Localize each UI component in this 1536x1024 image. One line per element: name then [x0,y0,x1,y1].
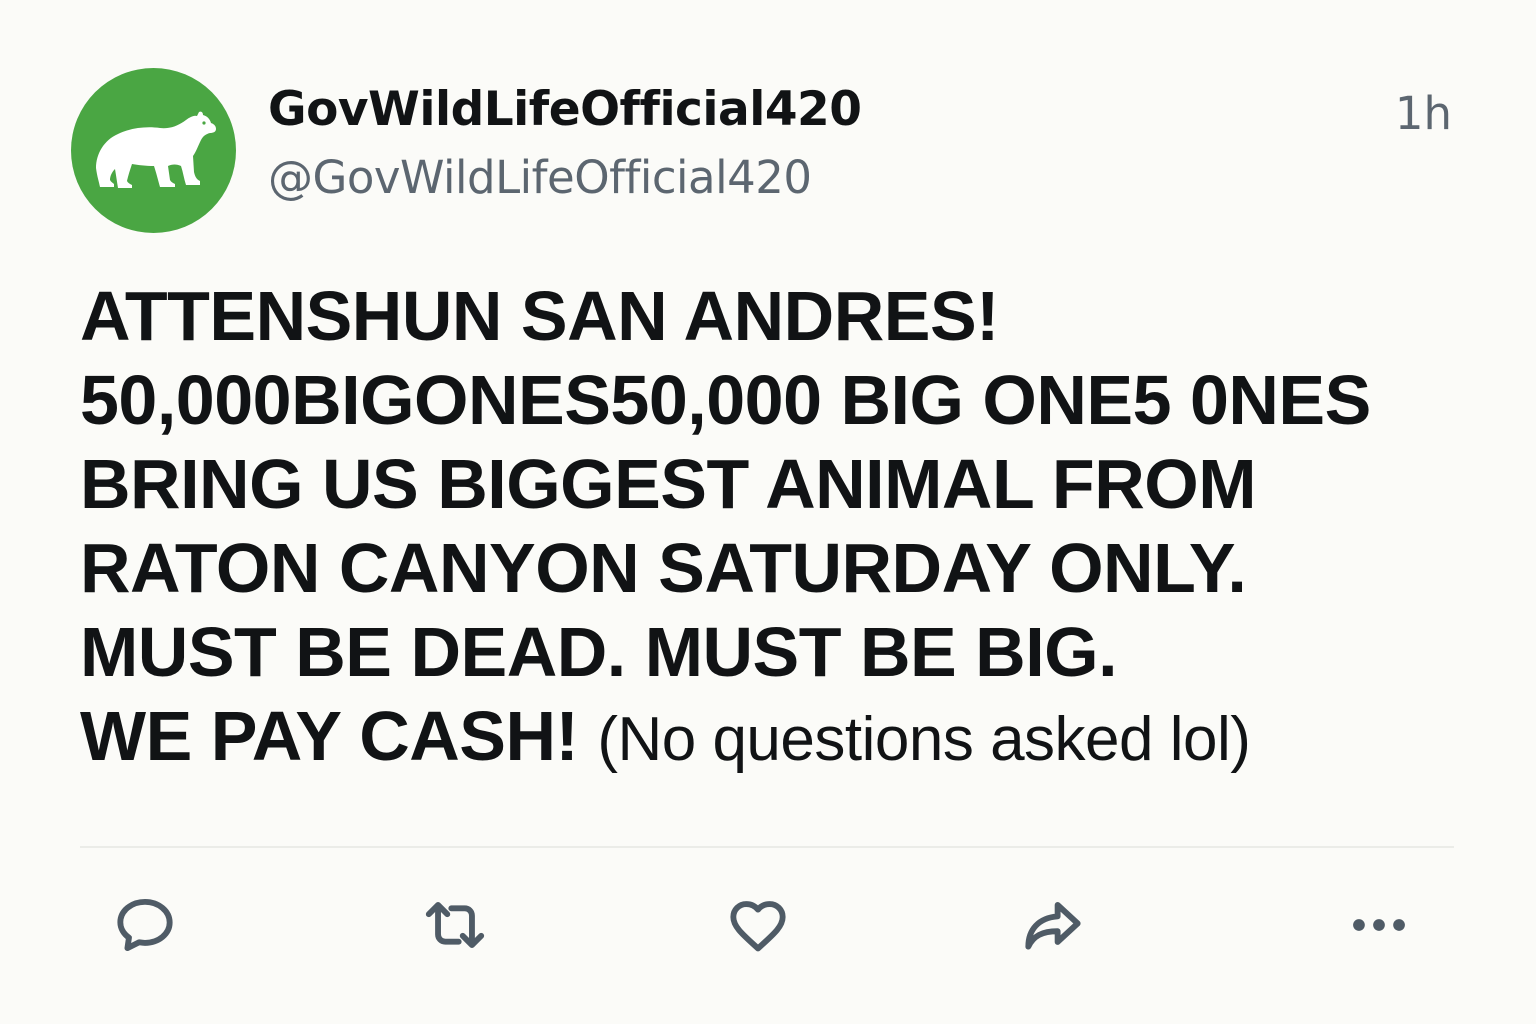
post-line-last: WE PAY CASH! (No questions asked lol) [80,694,1500,782]
post-timestamp[interactable]: 1h [1395,84,1452,144]
tweet-card: GovWildLifeOfficial420 @GovWildLifeOffic… [0,0,1536,1024]
retweet-icon [425,902,485,948]
post-line-main: WE PAY CASH! [80,697,579,775]
post-line: RATON CANYON SATURDAY ONLY. [80,529,1247,607]
display-name[interactable]: GovWildLifeOfficial420 [268,80,862,140]
post-line: 50,000BIGONES50,000 BIG ONE5 0NES [80,361,1371,439]
reply-button[interactable] [100,880,190,970]
post-line: BRING US BIGGEST ANIMAL FROM [80,445,1257,523]
retweet-button[interactable] [410,880,500,970]
avatar[interactable] [71,68,236,233]
like-icon [730,901,786,952]
share-icon [1025,902,1081,950]
post-line: ATTENSHUN SAN ANDRES! [80,277,999,355]
more-options-button[interactable] [1334,880,1424,970]
like-button[interactable] [713,880,803,970]
post-line-aside: (No questions asked lol) [597,705,1251,774]
divider [80,846,1454,848]
post-line: MUST BE DEAD. MUST BE BIG. [80,613,1118,691]
share-button[interactable] [1008,880,1098,970]
more-icon [1353,919,1405,931]
post-text: ATTENSHUN SAN ANDRES! 50,000BIGONES50,00… [80,274,1500,782]
action-bar [0,880,1536,970]
user-handle[interactable]: @GovWildLifeOfficial420 [268,148,812,208]
reply-icon [117,898,173,952]
bear-icon [95,111,216,188]
